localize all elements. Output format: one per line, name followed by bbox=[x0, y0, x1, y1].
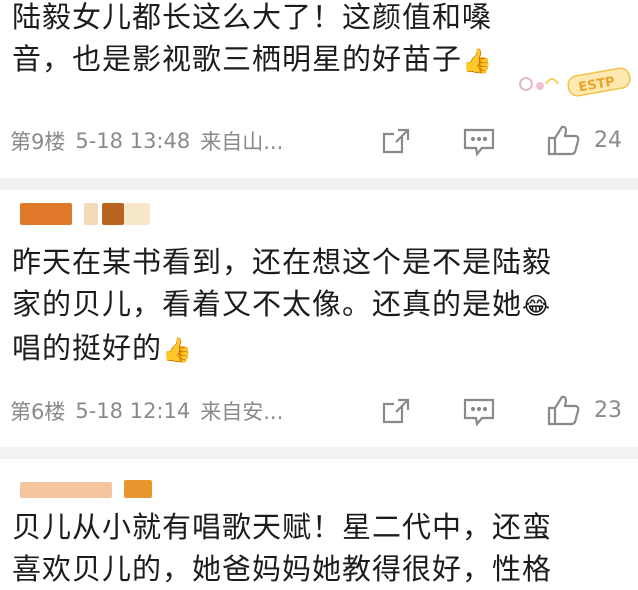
blurred-username-4 bbox=[124, 203, 150, 225]
comment-6-line-2: 家的贝儿，看着又不太像。还真的是她 bbox=[12, 287, 523, 321]
comment-9-line-1: 陆毅女儿都长这么大了！这颜值和嗓 bbox=[12, 0, 493, 34]
comment-button[interactable] bbox=[462, 127, 496, 157]
blurred-username-3 bbox=[102, 203, 124, 225]
floor-label: 第6楼 bbox=[10, 400, 66, 424]
share-icon bbox=[382, 128, 410, 154]
comment-3-text: 贝儿从小就有唱歌天赋！星二代中，还蛮 喜欢贝儿的，她爸妈妈她教得很好，性格 bbox=[12, 506, 608, 590]
timestamp: 5-18 13:48 bbox=[75, 129, 191, 153]
like-count: 24 bbox=[594, 127, 622, 153]
thumbs-up-icon bbox=[547, 395, 580, 426]
comment-icon bbox=[463, 128, 495, 157]
blurred-username bbox=[20, 203, 72, 225]
thumbs-up-icon bbox=[547, 125, 580, 156]
source-label: 来自安... bbox=[200, 400, 284, 424]
share-button[interactable] bbox=[380, 397, 412, 425]
share-icon bbox=[382, 398, 410, 424]
comment-6-text: 昨天在某书看到，还在想这个是不是陆毅 家的贝儿，看着又不太像。还真的是她😂 唱的… bbox=[12, 241, 608, 371]
thumbs-up-emoji: 👍 bbox=[462, 47, 493, 75]
like-count: 23 bbox=[594, 397, 622, 423]
comment-9-meta: 第9楼 5-18 13:48 来自山... bbox=[10, 121, 638, 161]
like-button[interactable]: 23 bbox=[546, 394, 622, 426]
source-label: 来自山... bbox=[200, 130, 284, 154]
comment-3-line-2: 喜欢贝儿的，她爸妈妈她教得很好，性格 bbox=[12, 552, 553, 586]
comment-6-line-3: 唱的挺好的 bbox=[12, 331, 163, 365]
blurred-username-2 bbox=[84, 203, 98, 225]
comment-3-line-1: 贝儿从小就有唱歌天赋！星二代中，还蛮 bbox=[12, 510, 553, 544]
comment-button[interactable] bbox=[462, 397, 496, 427]
like-button[interactable]: 24 bbox=[546, 124, 622, 156]
timestamp: 5-18 12:14 bbox=[75, 399, 191, 423]
comment-6-meta: 第6楼 5-18 12:14 来自安... bbox=[10, 391, 638, 431]
estp-sticker: ESTP bbox=[516, 66, 634, 98]
comment-9-line-2: 音，也是影视歌三栖明星的好苗子 bbox=[12, 42, 463, 76]
blurred-username bbox=[20, 482, 112, 498]
comment-6-line-1: 昨天在某书看到，还在想这个是不是陆毅 bbox=[12, 245, 553, 279]
blurred-username-2 bbox=[124, 480, 152, 498]
share-button[interactable] bbox=[380, 127, 412, 155]
section-divider bbox=[0, 178, 638, 190]
laughing-emoji: 😂 bbox=[522, 292, 552, 320]
floor-label: 第9楼 bbox=[10, 130, 66, 154]
comment-icon bbox=[463, 398, 495, 427]
thumbs-up-emoji: 👍 bbox=[162, 336, 193, 364]
section-divider bbox=[0, 447, 638, 459]
